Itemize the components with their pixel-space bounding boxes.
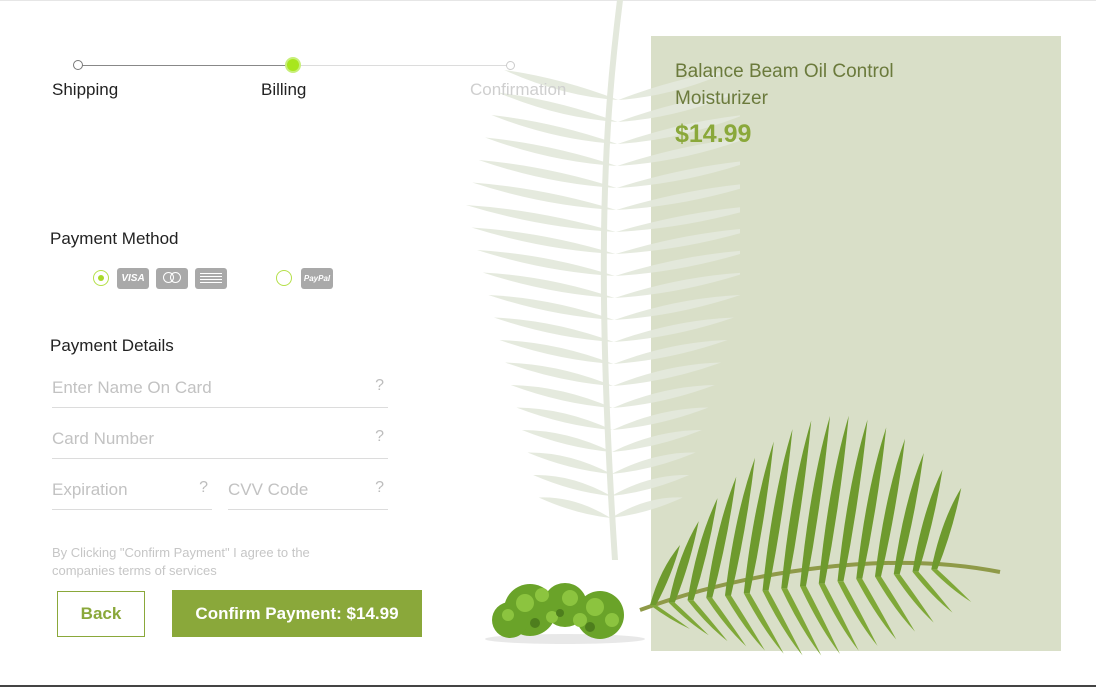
name-on-card-field: ? — [52, 369, 388, 408]
terms-notice: By Clicking "Confirm Payment" I agree to… — [52, 545, 310, 578]
name-on-card-input[interactable] — [52, 375, 388, 401]
step-dot-shipping[interactable] — [73, 60, 83, 70]
paypal-payment-radio[interactable] — [276, 270, 292, 286]
cvv-help-icon[interactable]: ? — [375, 479, 384, 497]
step-label-confirmation: Confirmation — [470, 80, 567, 99]
step-connector-completed — [78, 65, 293, 66]
payment-method-heading: Payment Method — [50, 229, 179, 248]
step-dot-confirmation — [506, 61, 515, 70]
expiration-field: ? — [52, 471, 212, 510]
back-button[interactable]: Back — [57, 591, 145, 637]
payment-details-heading: Payment Details — [50, 336, 174, 355]
visa-icon: VISA — [117, 268, 149, 289]
card-number-help-icon[interactable]: ? — [375, 428, 384, 446]
mastercard-icon — [156, 268, 188, 289]
fern-foreground-image — [639, 415, 1001, 656]
card-payment-radio[interactable] — [93, 270, 109, 286]
card-number-input[interactable] — [52, 426, 388, 452]
name-help-icon[interactable]: ? — [375, 377, 384, 395]
product-name: Balance Beam Oil Control Moisturizer — [675, 61, 894, 109]
cvv-input[interactable] — [228, 477, 388, 503]
expiration-input[interactable] — [52, 477, 212, 503]
card-number-field: ? — [52, 420, 388, 459]
amex-icon — [195, 268, 227, 289]
product-price: $14.99 — [675, 120, 752, 148]
step-dot-billing[interactable] — [285, 57, 301, 73]
step-label-billing[interactable]: Billing — [261, 80, 306, 100]
expiration-help-icon[interactable]: ? — [199, 479, 208, 497]
cvv-field: ? — [228, 471, 388, 510]
confirm-payment-button[interactable]: Confirm Payment: $14.99 — [172, 590, 422, 637]
paypal-icon: PayPal — [301, 268, 333, 289]
step-connector-upcoming — [293, 65, 511, 66]
moss-image — [485, 583, 645, 644]
step-label-shipping[interactable]: Shipping — [52, 80, 118, 100]
